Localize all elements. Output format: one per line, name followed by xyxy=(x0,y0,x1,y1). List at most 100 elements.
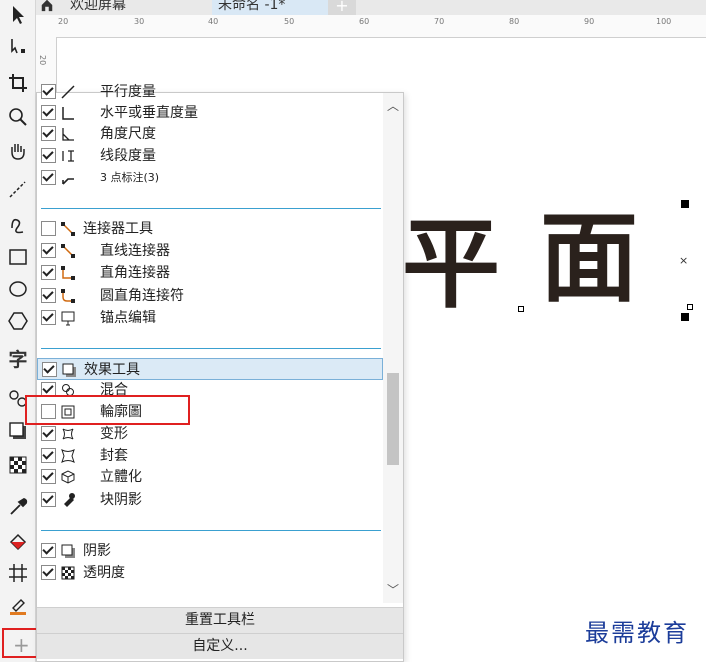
panel-row[interactable]: 变形 xyxy=(37,423,383,445)
row-checkbox[interactable] xyxy=(41,469,56,484)
row-checkbox[interactable] xyxy=(41,126,56,141)
tab-document[interactable]: 未命名 -1* xyxy=(212,0,328,15)
horizontal-ruler[interactable]: 20 30 40 50 60 70 80 90 100 xyxy=(36,15,706,38)
text-tool-icon[interactable]: 字 xyxy=(5,347,31,373)
panel-row[interactable]: 线段度量 xyxy=(37,145,383,167)
group-separator xyxy=(41,530,381,531)
panel-row[interactable]: 阴影 xyxy=(37,540,383,562)
outline-pen-icon[interactable] xyxy=(5,592,31,618)
row-label: 直角连接器 xyxy=(100,265,170,281)
three-point-callout-icon xyxy=(60,170,76,186)
row-checkbox[interactable] xyxy=(41,565,56,580)
selection-handle[interactable] xyxy=(681,200,689,208)
rectangle-tool-icon[interactable] xyxy=(5,244,31,270)
polygon-tool-icon[interactable] xyxy=(5,308,31,334)
ruler-label: 50 xyxy=(284,17,295,26)
row-checkbox[interactable] xyxy=(41,243,56,258)
smart-fill-icon[interactable] xyxy=(5,560,31,586)
artistic-media-icon[interactable] xyxy=(5,212,31,238)
interactive-fill-icon[interactable] xyxy=(5,528,31,554)
ellipse-tool-icon[interactable] xyxy=(5,276,31,302)
panel-row[interactable]: 3 点标注(3) xyxy=(37,167,383,189)
selection-node[interactable] xyxy=(518,306,524,312)
panel-row[interactable]: 效果工具 xyxy=(37,358,383,380)
horizontal-vertical-dimension-icon xyxy=(60,105,76,121)
row-checkbox[interactable] xyxy=(41,426,56,441)
new-tab-button[interactable]: + xyxy=(328,0,356,15)
canvas-text-char[interactable]: 平 xyxy=(402,216,500,314)
toolbox: 字 + xyxy=(0,0,56,662)
effects-tool-icon xyxy=(61,362,77,378)
zoom-tool-icon[interactable] xyxy=(5,104,31,130)
row-label: 3 点标注(3) xyxy=(100,171,160,184)
panel-row[interactable]: 圆直角连接符 xyxy=(37,285,383,307)
row-label: 块阴影 xyxy=(100,492,142,508)
transparency-tool-icon[interactable] xyxy=(5,452,31,478)
ruler-label: 80 xyxy=(509,17,520,26)
panel-row[interactable]: 锚点编辑 xyxy=(37,307,383,329)
panel-row[interactable]: 水平或垂直度量 xyxy=(37,102,383,124)
panel-row[interactable]: 块阴影 xyxy=(37,489,383,511)
panel-row[interactable]: 立體化 xyxy=(37,466,383,488)
selection-handle[interactable] xyxy=(681,313,689,321)
highlight-box xyxy=(25,395,190,425)
row-checkbox[interactable] xyxy=(41,148,56,163)
row-checkbox[interactable] xyxy=(41,492,56,507)
row-checkbox[interactable] xyxy=(42,362,57,377)
customize-button[interactable]: 自定义... xyxy=(37,633,403,659)
row-checkbox[interactable] xyxy=(41,84,56,99)
row-label: 角度尺度 xyxy=(100,126,156,142)
row-label: 锚点编辑 xyxy=(100,310,156,326)
row-label: 连接器工具 xyxy=(83,221,153,237)
home-icon[interactable] xyxy=(40,0,60,15)
panel-row[interactable]: 直线连接器 xyxy=(37,240,383,262)
connector-tool-icon xyxy=(60,221,76,237)
freehand-tool-icon[interactable] xyxy=(5,176,31,202)
pan-tool-icon[interactable] xyxy=(5,138,31,164)
segment-dimension-icon xyxy=(60,148,76,164)
row-label: 平行度量 xyxy=(100,84,156,100)
row-checkbox[interactable] xyxy=(41,265,56,280)
extrude-icon xyxy=(60,469,76,485)
ruler-label: 100 xyxy=(656,17,672,26)
panel-scrollbar[interactable]: ︿ ﹀ xyxy=(383,93,403,603)
row-checkbox[interactable] xyxy=(41,105,56,120)
row-label: 透明度 xyxy=(83,565,125,581)
panel-row[interactable]: 封套 xyxy=(37,445,383,467)
canvas-text-char[interactable]: 面 xyxy=(540,210,638,308)
row-checkbox[interactable] xyxy=(41,288,56,303)
parallel-dimension-icon xyxy=(60,84,76,100)
scroll-thumb[interactable] xyxy=(387,373,399,465)
crop-tool-icon[interactable] xyxy=(5,70,31,96)
rounded-connector-icon xyxy=(60,288,76,304)
chevron-down-icon[interactable]: ﹀ xyxy=(387,581,399,598)
row-checkbox[interactable] xyxy=(41,310,56,325)
panel-row[interactable]: 透明度 xyxy=(37,562,383,584)
row-label: 阴影 xyxy=(83,543,111,559)
row-checkbox[interactable] xyxy=(41,543,56,558)
block-shadow-icon xyxy=(60,492,76,508)
row-checkbox[interactable] xyxy=(41,448,56,463)
panel-row[interactable]: 直角连接器 xyxy=(37,262,383,284)
ruler-label: 70 xyxy=(434,17,445,26)
distort-icon xyxy=(60,426,76,442)
reset-toolbar-button[interactable]: 重置工具栏 xyxy=(37,607,403,633)
transparency-icon xyxy=(60,565,76,581)
ruler-label: 30 xyxy=(134,17,145,26)
ruler-label: 60 xyxy=(359,17,370,26)
chevron-up-icon[interactable]: ︿ xyxy=(387,97,399,114)
row-label: 效果工具 xyxy=(84,362,140,378)
angular-dimension-icon xyxy=(60,126,76,142)
pick-tool-icon[interactable] xyxy=(5,2,31,28)
shape-tool-icon[interactable] xyxy=(5,34,31,60)
selection-node[interactable] xyxy=(687,304,693,310)
row-checkbox[interactable] xyxy=(41,221,56,236)
panel-row[interactable]: 平行度量 xyxy=(37,81,383,103)
eyedropper-tool-icon[interactable] xyxy=(5,494,31,520)
row-label: 圆直角连接符 xyxy=(100,288,184,304)
row-checkbox[interactable] xyxy=(41,170,56,185)
tab-welcome-screen[interactable]: 欢迎屏幕 xyxy=(64,0,210,15)
panel-row[interactable]: 角度尺度 xyxy=(37,123,383,145)
row-label: 立體化 xyxy=(100,469,142,485)
panel-row[interactable]: 连接器工具 xyxy=(37,218,383,240)
